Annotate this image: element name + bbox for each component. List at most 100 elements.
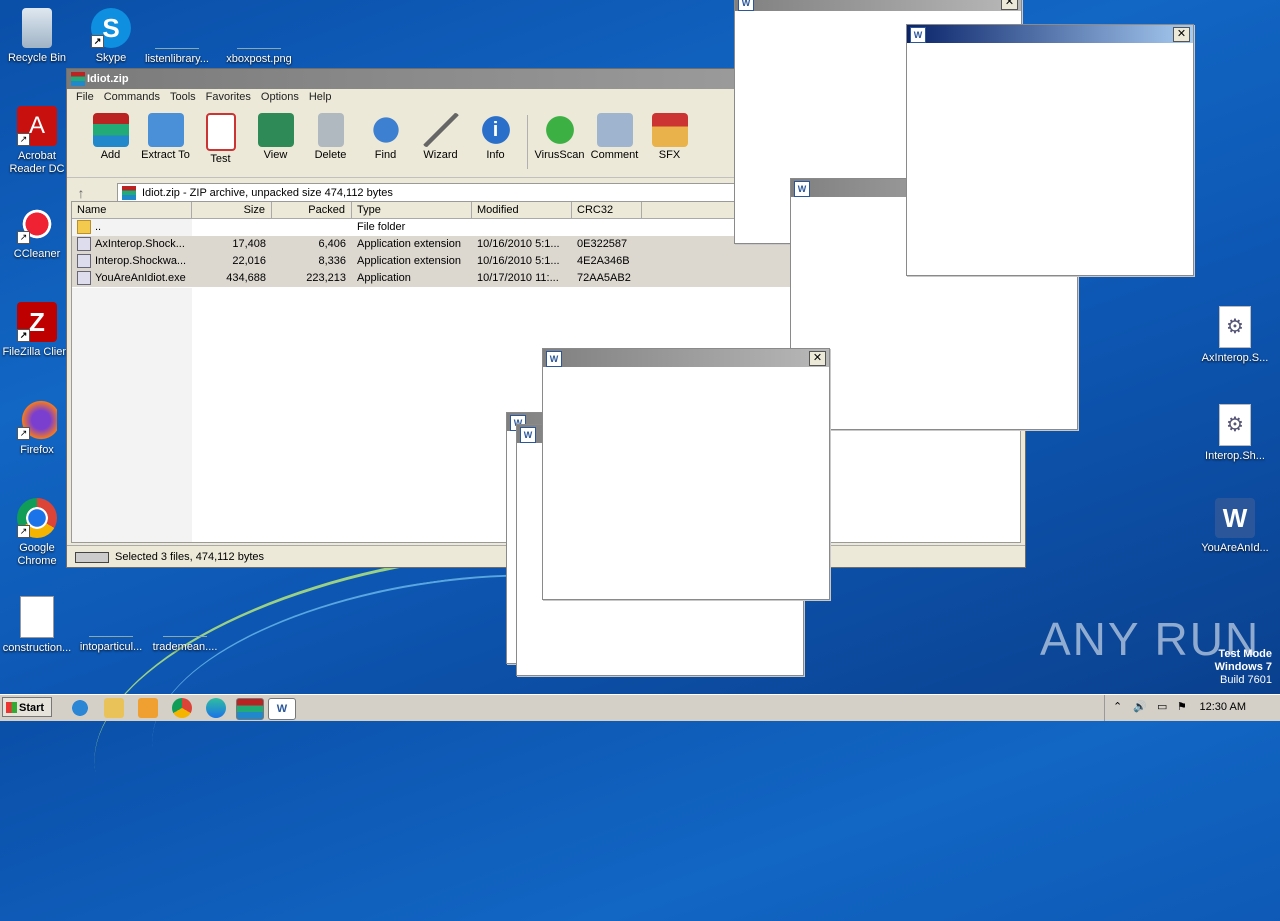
close-icon[interactable]: ✕: [1001, 0, 1018, 10]
network-icon[interactable]: ▭: [1157, 700, 1167, 713]
menu-help[interactable]: Help: [304, 89, 337, 107]
desktop-icon-construction[interactable]: construction...: [0, 596, 74, 655]
desktop-icon-skype[interactable]: S ↗ Skype: [74, 8, 148, 65]
tool-info[interactable]: i Info: [468, 107, 523, 177]
column-crc32[interactable]: CRC32: [572, 202, 642, 218]
comment-icon: [596, 113, 633, 147]
shortcut-arrow-icon: ↗: [91, 35, 104, 48]
start-button[interactable]: Start: [2, 697, 52, 717]
popup-title-bar[interactable]: W ✕: [543, 349, 829, 367]
menu-file[interactable]: File: [71, 89, 99, 107]
edge-icon[interactable]: [206, 698, 226, 718]
desktop-icon-ccleaner[interactable]: ↗ CCleaner: [0, 204, 74, 261]
close-icon[interactable]: ✕: [809, 351, 826, 366]
chevron-up-icon[interactable]: ⌃: [1113, 700, 1122, 713]
desktop-icon-acrobat[interactable]: A ↗ Acrobat Reader DC: [0, 106, 74, 176]
dll-file-icon: [77, 237, 91, 252]
word-icon: W: [520, 427, 536, 443]
tool-wizard[interactable]: Wizard: [413, 107, 468, 177]
winrar-icon: [71, 72, 85, 86]
filezilla-icon: Z ↗: [17, 302, 57, 342]
popup-window[interactable]: W ✕: [906, 24, 1194, 276]
popup-title-bar[interactable]: W ✕: [735, 0, 1021, 11]
popup-title-bar[interactable]: W ✕: [907, 25, 1193, 43]
folder-up-icon: [77, 220, 91, 235]
archive-path-field[interactable]: Idiot.zip - ZIP archive, unpacked size 4…: [117, 183, 763, 203]
menu-favorites[interactable]: Favorites: [201, 89, 256, 107]
status-text: Selected 3 files, 474,112 bytes: [115, 551, 265, 563]
shortcut-arrow-icon: ↗: [17, 231, 30, 244]
image-file-icon: [237, 8, 281, 49]
column-name[interactable]: Name: [72, 202, 192, 218]
shortcut-arrow-icon: ↗: [17, 525, 30, 538]
column-size[interactable]: Size: [192, 202, 272, 218]
file-icon: [89, 596, 133, 637]
tool-sfx[interactable]: SFX: [642, 107, 697, 177]
word-icon: W: [910, 27, 926, 43]
winrar-taskbar-icon[interactable]: [236, 698, 264, 720]
word-icon: W: [546, 351, 562, 367]
word-taskbar-icon[interactable]: W: [268, 698, 296, 720]
desktop-icon-youareanidiot[interactable]: W YouAreAnId...: [1198, 498, 1272, 555]
tool-find[interactable]: Find: [358, 107, 413, 177]
tool-comment[interactable]: Comment: [587, 107, 642, 177]
exe-file-icon: [77, 271, 91, 286]
popup-window[interactable]: W ✕: [542, 348, 830, 600]
menu-tools[interactable]: Tools: [165, 89, 201, 107]
tool-delete[interactable]: Delete: [303, 107, 358, 177]
desktop-icon-chrome[interactable]: ↗ Google Chrome: [0, 498, 74, 568]
menu-commands[interactable]: Commands: [99, 89, 165, 107]
desktop-icon-recycle-bin[interactable]: Recycle Bin: [0, 8, 74, 65]
sfx-box-icon: [651, 113, 688, 147]
chrome-icon: ↗: [17, 498, 57, 538]
tool-view[interactable]: View: [248, 107, 303, 177]
windows-logo-icon: [6, 702, 17, 713]
desktop-icon-interop[interactable]: ⚙ Interop.Sh...: [1198, 404, 1272, 463]
chrome-taskbar-icon[interactable]: [172, 698, 192, 718]
up-arrow-icon[interactable]: ↑: [67, 185, 95, 201]
firefox-icon: ↗: [17, 400, 57, 440]
folder-icon: [147, 113, 184, 147]
media-player-icon[interactable]: [138, 698, 158, 718]
desktop-icon-firefox[interactable]: ↗ Firefox: [0, 400, 74, 457]
winrar-icon: [122, 186, 136, 200]
desktop-icon-axinterop[interactable]: ⚙ AxInterop.S...: [1198, 306, 1272, 365]
desktop-icon-xboxpost[interactable]: xboxpost.png: [222, 8, 296, 66]
info-icon: i: [477, 113, 514, 147]
desktop-icon-label: Google Chrome: [17, 542, 57, 567]
tool-add[interactable]: Add: [83, 107, 138, 177]
skype-icon: S ↗: [91, 8, 131, 48]
column-modified[interactable]: Modified: [472, 202, 572, 218]
tool-test[interactable]: Test: [193, 107, 248, 177]
desktop-icon-trademean[interactable]: trademean....: [148, 596, 222, 654]
ie-icon[interactable]: [70, 698, 90, 718]
desktop-icon-label: trademean....: [152, 641, 218, 653]
tool-virusscan[interactable]: VirusScan: [532, 107, 587, 177]
column-type[interactable]: Type: [352, 202, 472, 218]
menu-options[interactable]: Options: [256, 89, 304, 107]
desktop-icon-intoparticul[interactable]: intoparticul...: [74, 596, 148, 654]
dll-gear-icon: ⚙: [1219, 306, 1251, 348]
desktop-icon-filezilla[interactable]: Z ↗ FileZilla Client: [0, 302, 74, 359]
word-icon: W: [738, 0, 754, 11]
desktop-icon-label: Interop.Sh...: [1205, 450, 1265, 462]
tool-extract-to[interactable]: Extract To: [138, 107, 193, 177]
explorer-folder-icon[interactable]: [104, 698, 124, 718]
volume-icon[interactable]: 🔊: [1133, 700, 1147, 713]
clock[interactable]: 12:30 AM: [1200, 701, 1246, 713]
desktop-icon-label: intoparticul...: [79, 641, 143, 653]
clipboard-check-icon: [205, 113, 236, 151]
acrobat-icon: A ↗: [17, 106, 57, 146]
close-icon[interactable]: ✕: [1173, 27, 1190, 42]
column-packed[interactable]: Packed: [272, 202, 352, 218]
shortcut-arrow-icon: ↗: [17, 133, 30, 146]
desktop-icon-label: Acrobat Reader DC: [9, 150, 65, 175]
desktop-icon-label: AxInterop.S...: [1201, 352, 1269, 364]
desktop-icon-listenlibrary[interactable]: listenlibrary...: [140, 8, 214, 66]
system-tray: ⌃ 🔊 ▭ ⚑ 12:30 AM: [1104, 695, 1280, 721]
dll-file-icon: [77, 254, 91, 269]
desktop-icon-label: listenlibrary...: [145, 53, 209, 65]
magnifier-icon: [367, 113, 404, 147]
desktop-icon-label: YouAreAnId...: [1201, 542, 1269, 554]
action-center-flag-icon[interactable]: ⚑: [1177, 700, 1187, 713]
